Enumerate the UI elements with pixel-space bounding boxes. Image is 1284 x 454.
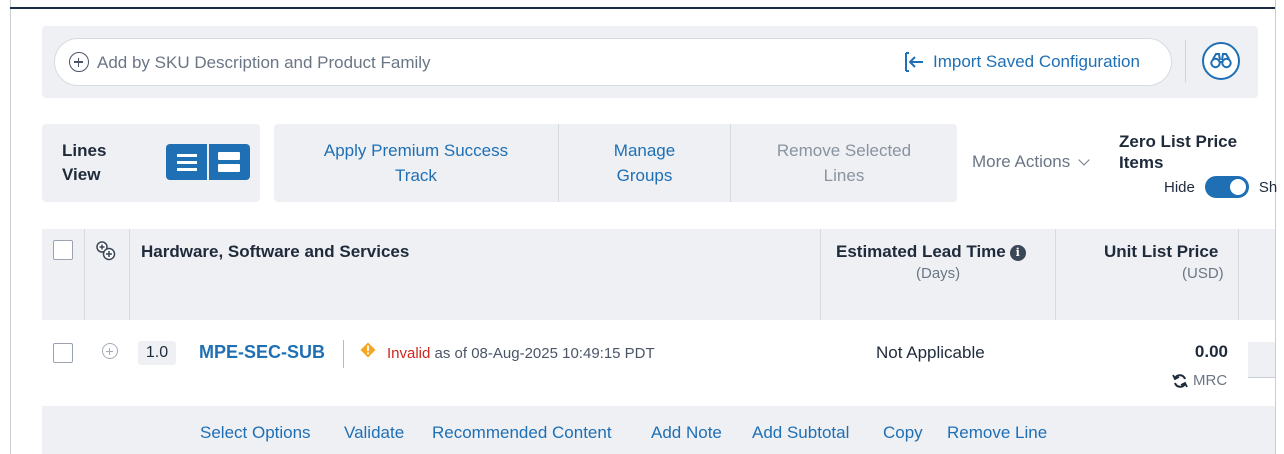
hide-label: Hide xyxy=(1164,178,1195,196)
unit-price-column-header: Unit List Price xyxy=(1104,242,1219,261)
apply-premium-success-track-button[interactable]: Apply Premium Success Track xyxy=(274,124,558,202)
lead-time-column-header: Estimated Lead Time i xyxy=(836,242,1026,262)
table-row: 1.0 MPE-SEC-SUB Invalid as of 08-Aug-202… xyxy=(42,320,1275,406)
binoculars-icon xyxy=(1210,53,1232,69)
recommended-content-link[interactable]: Recommended Content xyxy=(432,423,612,443)
import-icon xyxy=(903,51,927,73)
row-actions-bar: Select Options Validate Recommended Cont… xyxy=(42,406,1275,454)
billing-frequency: MRC xyxy=(1172,372,1227,389)
recurring-icon xyxy=(1172,373,1188,388)
lead-time-unit: (Days) xyxy=(916,265,961,282)
unit-price-value: 0.00 xyxy=(1194,342,1228,361)
chevron-down-icon xyxy=(1078,153,1090,166)
import-label: Import Saved Configuration xyxy=(933,52,1140,71)
column-divider xyxy=(820,229,821,320)
view-mode-toggle xyxy=(166,144,250,180)
search-input[interactable]: Add by SKU Description and Product Famil… xyxy=(54,38,1172,86)
lead-time-value: Not Applicable xyxy=(876,343,985,362)
window-frame xyxy=(0,0,1284,454)
show-label: Sh xyxy=(1258,178,1278,196)
product-column-header: Hardware, Software and Services xyxy=(141,242,410,261)
import-saved-configuration-link[interactable]: Import Saved Configuration xyxy=(903,51,1140,73)
validation-status: Invalid as of 08-Aug-2025 10:49:15 PDT xyxy=(387,345,655,362)
zero-list-price-toggle-row: Hide Sh xyxy=(1164,176,1277,198)
band-divider xyxy=(1185,40,1186,82)
select-options-link[interactable]: Select Options xyxy=(200,423,311,443)
more-actions-dropdown[interactable]: More Actions xyxy=(972,152,1090,172)
warning-diamond-icon xyxy=(360,342,376,358)
table-header: Hardware, Software and Services Estimate… xyxy=(42,229,1275,320)
invalid-label: Invalid xyxy=(387,345,431,362)
column-divider xyxy=(1055,229,1056,320)
add-product-bar: Add by SKU Description and Product Famil… xyxy=(42,26,1258,98)
info-icon[interactable]: i xyxy=(1009,245,1026,261)
list-view-button[interactable] xyxy=(166,144,207,180)
billing-label: MRC xyxy=(1193,372,1228,389)
add-subtotal-link[interactable]: Add Subtotal xyxy=(752,423,849,443)
more-actions-label: More Actions xyxy=(972,152,1071,171)
add-circle-icon xyxy=(69,52,89,72)
column-divider xyxy=(129,229,130,320)
row-select-checkbox[interactable] xyxy=(53,343,73,363)
unit-price-currency: (USD) xyxy=(1182,265,1224,282)
lines-view-panel: Lines View xyxy=(42,124,260,202)
status-timestamp: as of 08-Aug-2025 10:49:15 PDT xyxy=(434,345,655,362)
expand-row-icon[interactable] xyxy=(102,343,118,359)
lines-view-label: Lines View xyxy=(62,141,107,184)
search-placeholder: Add by SKU Description and Product Famil… xyxy=(97,53,431,72)
compact-view-button[interactable] xyxy=(209,144,250,180)
sku-link[interactable]: MPE-SEC-SUB xyxy=(199,342,325,363)
remove-line-link[interactable]: Remove Line xyxy=(947,423,1047,443)
row-quantity-cell[interactable] xyxy=(1248,342,1275,378)
right-frame-line xyxy=(1275,0,1276,454)
expand-all-icon[interactable] xyxy=(94,239,118,263)
browse-catalog-button[interactable] xyxy=(1202,42,1240,80)
zero-list-price-title: Zero List Price Items xyxy=(1119,132,1238,172)
add-note-link[interactable]: Add Note xyxy=(651,423,722,443)
copy-link[interactable]: Copy xyxy=(883,423,923,443)
remove-selected-lines-button[interactable]: Remove Selected Lines xyxy=(731,124,957,202)
manage-groups-button[interactable]: Manage Groups xyxy=(559,124,730,202)
actions-panel: Apply Premium Success Track Manage Groups … xyxy=(274,124,957,202)
zero-list-price-switch[interactable] xyxy=(1204,176,1249,198)
select-all-checkbox[interactable] xyxy=(53,240,73,260)
validate-link[interactable]: Validate xyxy=(344,423,404,443)
sku-divider xyxy=(343,340,344,368)
column-divider xyxy=(84,229,85,320)
column-divider xyxy=(1238,229,1239,320)
line-number-badge: 1.0 xyxy=(138,341,176,365)
